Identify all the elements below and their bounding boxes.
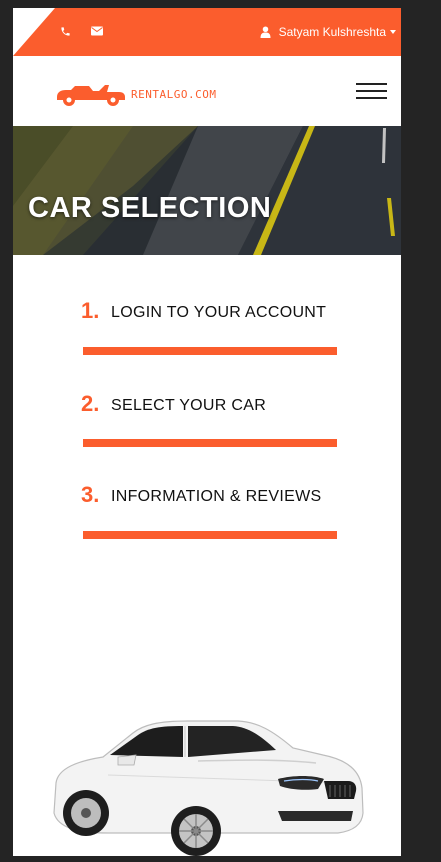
step-3-divider (83, 531, 337, 539)
step-2-label[interactable]: SELECT YOUR CAR (111, 397, 266, 415)
page-title: CAR SELECTION (28, 192, 272, 224)
car-image (53, 720, 364, 856)
chevron-down-icon (390, 30, 396, 34)
user-icon (260, 26, 271, 38)
step-2-divider (83, 439, 337, 447)
road-image (13, 126, 401, 255)
logo-text: RENTALGO.COM (131, 87, 217, 101)
page: Satyam Kulshreshta RENTALGO.COM CAR SELE… (13, 8, 401, 856)
hero-banner: CAR SELECTION (13, 126, 401, 255)
hamburger-icon[interactable] (356, 83, 387, 101)
user-menu[interactable]: Satyam Kulshreshta (260, 22, 396, 42)
top-bar: Satyam Kulshreshta (13, 8, 401, 56)
step-1-number: 1. (81, 298, 100, 323)
step-2-number: 2. (81, 391, 100, 416)
top-bar-notch (13, 8, 55, 56)
logo[interactable]: RENTALGO.COM (55, 81, 216, 107)
navbar: RENTALGO.COM (13, 56, 401, 126)
step-1-label[interactable]: LOGIN TO YOUR ACCOUNT (111, 304, 326, 322)
car-logo-icon (57, 85, 125, 106)
step-1-divider (83, 347, 337, 355)
step-3-number: 3. (81, 482, 100, 507)
envelope-icon[interactable] (90, 24, 104, 38)
phone-icon[interactable] (58, 24, 72, 38)
user-name: Satyam Kulshreshta (278, 25, 386, 39)
step-3-label[interactable]: INFORMATION & REVIEWS (111, 488, 321, 506)
